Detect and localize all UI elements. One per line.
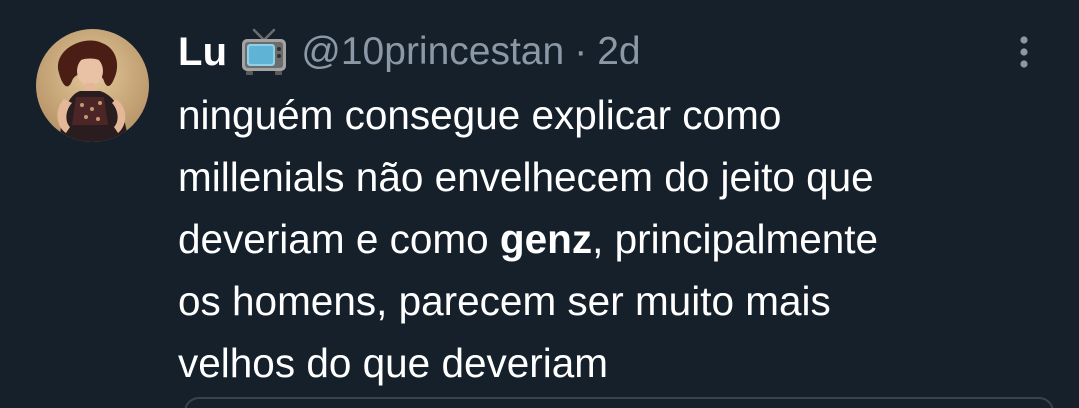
tweet-text-line: os homens, parecem ser muito mais <box>178 270 1058 332</box>
tweet-text-line: deveriam e como genz, principalmente <box>178 208 1058 270</box>
tweet-timestamp[interactable]: 2d <box>597 30 640 74</box>
tweet[interactable]: Lu @10princestan · 2d ninguém consegue e… <box>0 0 1079 408</box>
tweet-text-line: ninguém consegue explicar como <box>178 84 1058 146</box>
author-display-name[interactable]: Lu <box>178 30 227 75</box>
avatar[interactable] <box>36 29 149 142</box>
tweet-text-line: millenials não envelhecem do jeito que <box>178 146 1058 208</box>
more-vertical-icon[interactable] <box>1004 30 1044 74</box>
tweet-text-segment: deveriam e como <box>178 216 500 262</box>
media-card-edge[interactable] <box>184 397 1054 408</box>
avatar-image <box>36 29 149 142</box>
tweet-text-segment: , principalmente <box>592 216 879 262</box>
tweet-text-bold-segment: genz <box>499 216 593 262</box>
tv-emoji-icon <box>241 28 287 76</box>
author-handle[interactable]: @10princestan <box>301 30 564 74</box>
header-separator: · <box>574 30 588 73</box>
tweet-text-segment: os homens, parecem ser muito mais <box>178 278 831 324</box>
tweet-header: Lu @10princestan · 2d <box>178 24 641 80</box>
tweet-text-segment: velhos do que deveriam <box>178 340 609 386</box>
tweet-text-segment: millenials não envelhecem do jeito que <box>178 154 874 200</box>
tweet-text-line: velhos do que deveriam <box>178 332 1058 394</box>
tweet-text: ninguém consegue explicar como millenial… <box>178 84 1058 394</box>
tweet-text-segment: ninguém consegue explicar como <box>178 92 782 138</box>
